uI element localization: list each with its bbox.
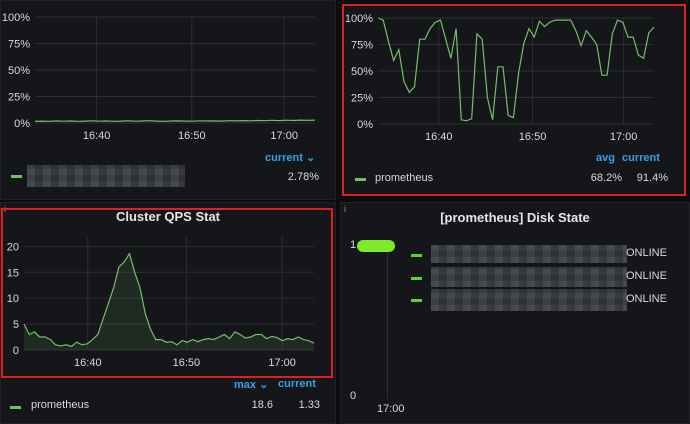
series-area (24, 253, 314, 350)
legend-current-value: 2.78% (287, 171, 319, 183)
disk-name-redacted (431, 267, 627, 287)
x-tick-label: 17:00 (610, 131, 638, 143)
x-tick: 17:00 (377, 403, 405, 415)
panel-title: Cluster QPS Stat (115, 209, 221, 224)
y-tick-label: 5 (13, 319, 19, 331)
x-tick-label: 16:40 (83, 130, 111, 141)
x-tick-label: 16:50 (178, 130, 206, 141)
disk-row-status[interactable]: ONLINE (626, 270, 667, 282)
y-tick-label: 0% (14, 118, 30, 130)
y-tick-label: 0% (357, 119, 373, 131)
panel-disk-state[interactable]: i [prometheus] Disk State 1 0 17:00 ONLI… (340, 202, 690, 424)
x-tick-label: 16:50 (519, 131, 547, 143)
y-tick-label: 25% (351, 93, 373, 105)
panel-cpu-usage[interactable]: 100% 75% 50% 25% 0% 16:40 16:50 17:00 current ⌄… (0, 0, 336, 200)
y-tick-label: 50% (351, 66, 373, 78)
y-tick-label: 100% (345, 13, 373, 25)
y-tick-1: 1 (350, 239, 357, 251)
legend-header-current[interactable]: current (622, 152, 660, 164)
y-tick-label: 15 (7, 267, 19, 279)
state-bar[interactable] (357, 240, 395, 252)
disk-name-redacted (431, 245, 627, 263)
x-tick-label: 17:00 (268, 357, 296, 369)
disk-row-swatch (411, 254, 422, 257)
disk-row-swatch (411, 277, 422, 280)
x-tick-label: 16:50 (173, 357, 201, 369)
series-line[interactable] (377, 17, 655, 122)
legend-series-name[interactable]: prometheus (375, 172, 433, 184)
y-tick-label: 75% (8, 39, 30, 51)
y-tick-label: 0 (13, 345, 19, 357)
legend-swatch (10, 406, 21, 409)
y-tick-0: 0 (350, 390, 357, 402)
disk-row-status[interactable]: ONLINE (626, 293, 667, 305)
y-tick-label: 25% (8, 92, 30, 104)
legend-current-value: 91.4% (636, 172, 668, 184)
chart-bottom-left: 20 15 10 5 0 16:40 16:50 17:00 (7, 236, 315, 369)
y-tick-label: 75% (351, 40, 373, 52)
chart-top-right: 100% 75% 50% 25% 0% 16:40 16:50 17:00 (345, 13, 655, 143)
series-line[interactable] (34, 119, 316, 122)
x-tick-label: 17:00 (270, 130, 298, 141)
y-tick-label: 20 (7, 241, 19, 253)
y-tick-label: 10 (7, 293, 19, 305)
legend-current-value: 1.33 (298, 399, 320, 411)
x-tick-label: 16:40 (425, 131, 453, 143)
panel-prometheus-usage[interactable]: 100% 75% 50% 25% 0% 16:40 16:50 17:00 avg curre… (342, 4, 686, 196)
legend-header-avg[interactable]: avg (596, 152, 615, 164)
timeline-axis (387, 249, 388, 399)
y-tick-label: 100% (2, 12, 30, 24)
legend-series-name-redacted (27, 165, 185, 187)
y-tick-label: 50% (8, 65, 30, 77)
series-line[interactable] (23, 252, 315, 348)
legend-header-current[interactable]: current (278, 378, 316, 390)
legend-max-value: 18.6 (251, 399, 273, 411)
legend-avg-value: 68.2% (590, 172, 622, 184)
panel-title: [prometheus] Disk State (440, 210, 590, 225)
legend-series-name[interactable]: prometheus (31, 399, 89, 411)
disk-name-redacted (431, 289, 627, 311)
disk-row-swatch (411, 299, 422, 302)
legend-swatch (11, 175, 22, 178)
legend-swatch (355, 178, 366, 181)
legend-header-current[interactable]: current ⌄ (265, 151, 315, 164)
disk-row-status[interactable]: ONLINE (626, 247, 667, 259)
legend-header-max[interactable]: max ⌄ (234, 378, 268, 391)
x-tick-label: 16:40 (74, 357, 102, 369)
chart-top-left: 100% 75% 50% 25% 0% 16:40 16:50 17:00 (2, 12, 316, 141)
